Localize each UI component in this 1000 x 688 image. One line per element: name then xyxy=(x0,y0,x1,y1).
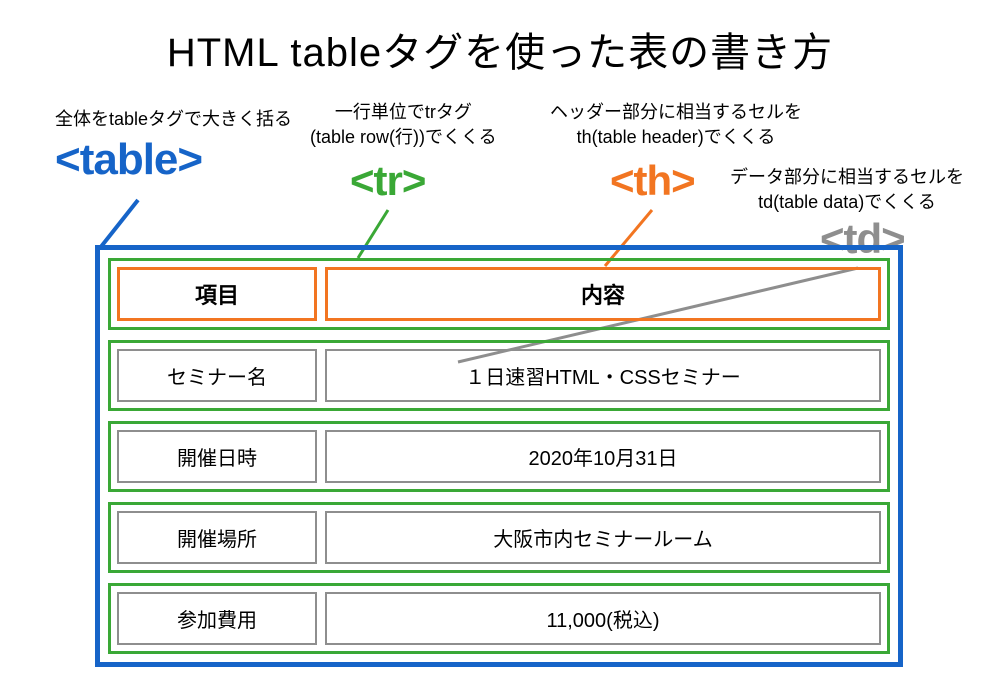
th-cell: 項目 xyxy=(117,267,317,321)
table-diagram: 項目 内容 セミナー名 １日速習HTML・CSSセミナー 開催日時 2020年1… xyxy=(95,245,903,667)
table-tag-label: <table> xyxy=(55,135,202,185)
td-cell: 開催場所 xyxy=(117,511,317,564)
td-cell: 開催日時 xyxy=(117,430,317,483)
td-cell: 大阪市内セミナールーム xyxy=(325,511,881,564)
td-desc-l2: td(table data)でくくる xyxy=(758,192,936,212)
table-border: 項目 内容 セミナー名 １日速習HTML・CSSセミナー 開催日時 2020年1… xyxy=(95,245,903,667)
th-desc: ヘッダー部分に相当するセルを th(table header)でくくる xyxy=(550,100,802,150)
tr-desc: 一行単位でtrタグ (table row(行))でくくる xyxy=(310,100,497,150)
table-row-header: 項目 内容 xyxy=(108,258,890,330)
th-tag-label: <th> xyxy=(610,157,695,205)
tr-desc-l1: 一行単位でtrタグ xyxy=(335,102,472,122)
page-title: HTML tableタグを使った表の書き方 xyxy=(0,0,1000,78)
table-row: 開催場所 大阪市内セミナールーム xyxy=(108,502,890,573)
table-row: セミナー名 １日速習HTML・CSSセミナー xyxy=(108,340,890,411)
th-desc-l2: th(table header)でくくる xyxy=(577,127,776,147)
table-row: 参加費用 11,000(税込) xyxy=(108,583,890,654)
td-desc-l1: データ部分に相当するセルを xyxy=(730,167,964,187)
td-cell: １日速習HTML・CSSセミナー xyxy=(325,349,881,402)
th-cell: 内容 xyxy=(325,267,881,321)
table-row: 開催日時 2020年10月31日 xyxy=(108,421,890,492)
table-desc: 全体をtableタグで大きく括る xyxy=(55,105,292,131)
td-cell: 参加費用 xyxy=(117,592,317,645)
td-desc: データ部分に相当するセルを td(table data)でくくる xyxy=(730,165,964,215)
td-cell: 2020年10月31日 xyxy=(325,430,881,483)
tr-desc-l2: (table row(行))でくくる xyxy=(310,127,497,147)
tr-tag-label: <tr> xyxy=(350,157,425,205)
td-cell: 11,000(税込) xyxy=(325,592,881,645)
td-cell: セミナー名 xyxy=(117,349,317,402)
th-desc-l1: ヘッダー部分に相当するセルを xyxy=(550,102,802,122)
